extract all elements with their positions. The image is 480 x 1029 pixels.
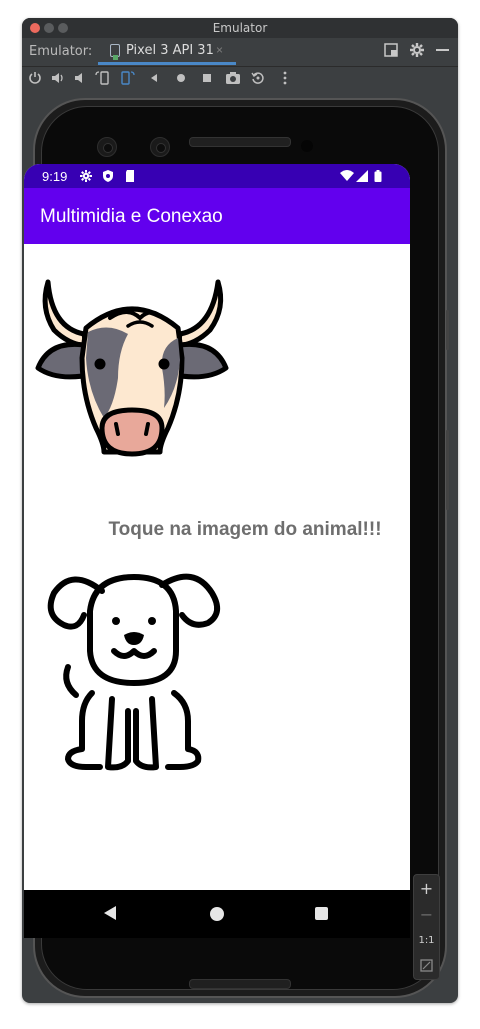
- title-bar: Emulator: [22, 18, 458, 38]
- nav-home-icon[interactable]: [210, 907, 224, 921]
- gear-icon[interactable]: [409, 42, 425, 58]
- dog-image[interactable]: [42, 571, 222, 771]
- signal-icon: [356, 170, 368, 182]
- settings-icon: [80, 170, 92, 182]
- bottom-speaker: [189, 979, 291, 989]
- front-camera-2-icon: [150, 137, 170, 157]
- device-icon: [110, 44, 120, 60]
- battery-icon: [374, 170, 382, 182]
- tool-window-header: Emulator: Pixel 3 API 31 ×: [22, 38, 458, 67]
- hide-icon[interactable]: [436, 48, 450, 52]
- actual-size-button[interactable]: 1:1: [414, 935, 439, 946]
- volume-side-button: [446, 310, 449, 350]
- zoom-panel: + − 1:1: [413, 874, 440, 980]
- front-camera-icon: [97, 137, 117, 157]
- app-title: Multimidia e Conexao: [40, 206, 223, 227]
- volume-up-icon[interactable]: [51, 71, 65, 85]
- sd-card-icon: [126, 170, 134, 182]
- layout-icon[interactable]: [384, 43, 398, 57]
- window-title: Emulator: [212, 21, 268, 35]
- power-side-button: [446, 430, 449, 510]
- more-icon[interactable]: [282, 71, 288, 85]
- rotate-right-icon[interactable]: [119, 71, 135, 85]
- device-screen: 9:19 Multimidia e Conexao Toque na image…: [24, 164, 410, 938]
- tab-active-indicator: [98, 62, 236, 65]
- fit-screen-icon[interactable]: [420, 959, 433, 972]
- rotate-left-icon[interactable]: [95, 71, 111, 85]
- overview-icon[interactable]: [201, 72, 213, 84]
- status-time: 9:19: [42, 169, 68, 184]
- emulator-toolbar: [22, 66, 458, 92]
- hint-text: Toque na imagem do animal!!!: [108, 519, 382, 540]
- tab-close-button[interactable]: ×: [216, 43, 223, 57]
- volume-down-icon[interactable]: [73, 71, 87, 85]
- earpiece-speaker: [189, 137, 291, 147]
- screenshot-icon[interactable]: [225, 71, 241, 85]
- wifi-icon: [340, 170, 354, 181]
- home-icon[interactable]: [175, 72, 187, 84]
- zoom-in-button[interactable]: +: [414, 879, 439, 898]
- status-bar: 9:19: [24, 164, 410, 188]
- nav-back-icon[interactable]: [104, 906, 116, 920]
- snapshot-icon[interactable]: [251, 71, 265, 85]
- app-bar: Multimidia e Conexao: [24, 188, 410, 244]
- zoom-out-button[interactable]: −: [414, 905, 439, 924]
- tool-window-label: Emulator:: [29, 44, 93, 59]
- tab-label: Pixel 3 API 31: [126, 43, 214, 58]
- shield-icon: [103, 170, 113, 182]
- tab-pixel-3[interactable]: Pixel 3 API 31 ×: [98, 38, 236, 65]
- proximity-sensor: [301, 140, 313, 152]
- power-icon[interactable]: [28, 71, 42, 85]
- nav-recent-icon[interactable]: [315, 907, 328, 920]
- back-icon[interactable]: [148, 72, 160, 84]
- navigation-bar: [24, 890, 410, 938]
- cow-image[interactable]: [32, 278, 232, 478]
- main-content: Toque na imagem do animal!!!: [24, 244, 410, 890]
